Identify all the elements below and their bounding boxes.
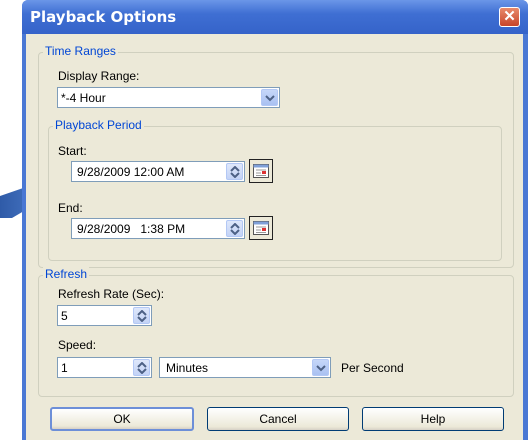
start-datetime-value: 9/28/2009 12:00 AM [77,165,185,179]
display-range-dropdown-button[interactable] [261,89,278,106]
speed-unit-value: Minutes [166,361,209,375]
close-button[interactable]: ✕ [499,7,520,27]
refresh-rate-spin-button[interactable] [133,307,150,324]
close-icon: ✕ [503,8,516,25]
chevron-down-icon [265,95,275,102]
dialog-title: Playback Options [30,8,177,26]
speed-value: 1 [61,361,68,375]
playback-period-legend: Playback Period [53,118,144,132]
cancel-button[interactable]: Cancel [207,407,349,431]
start-datetime-field[interactable]: 9/28/2009 12:00 AM [71,161,245,182]
dialog-body: Time Ranges Display Range: *-4 Hour Play… [26,34,523,440]
title-bar[interactable]: Playback Options ✕ [22,0,528,34]
end-datetime-value: 9/28/2009 1:38 PM [77,222,186,236]
display-range-value: *-4 Hour [61,91,106,105]
spinner-updown-icon [137,362,147,374]
refresh-rate-stepper[interactable]: 5 [57,305,152,326]
start-calendar-button[interactable] [249,159,273,183]
spinner-updown-icon [137,310,147,322]
end-label: End: [58,201,83,215]
end-calendar-button[interactable] [249,216,273,240]
speed-spin-button[interactable] [133,359,150,376]
refresh-rate-value: 5 [61,309,68,323]
spinner-updown-icon [230,166,240,178]
speed-label: Speed: [58,338,97,352]
refresh-rate-label: Refresh Rate (Sec): [58,287,165,301]
chevron-down-icon [316,365,326,372]
speed-unit-select[interactable]: Minutes [159,357,331,378]
speed-unit-dropdown-button[interactable] [312,359,329,376]
playback-options-dialog: Playback Options ✕ Time Ranges Display R… [22,0,528,440]
display-range-select[interactable]: *-4 Hour [57,87,280,108]
per-second-label: Per Second [341,361,404,375]
calendar-icon [253,164,269,178]
end-datetime-field[interactable]: 9/28/2009 1:38 PM [71,218,245,239]
speed-stepper[interactable]: 1 [57,357,152,378]
refresh-legend: Refresh [43,267,90,281]
help-button[interactable]: Help [362,407,504,431]
start-spin-button[interactable] [226,163,243,180]
spinner-updown-icon [230,223,240,235]
calendar-icon [253,221,269,235]
ok-button[interactable]: OK [50,407,194,431]
playback-period-group [48,126,502,261]
time-ranges-legend: Time Ranges [43,44,118,58]
display-range-label: Display Range: [58,69,140,83]
start-label: Start: [58,144,87,158]
end-spin-button[interactable] [226,220,243,237]
